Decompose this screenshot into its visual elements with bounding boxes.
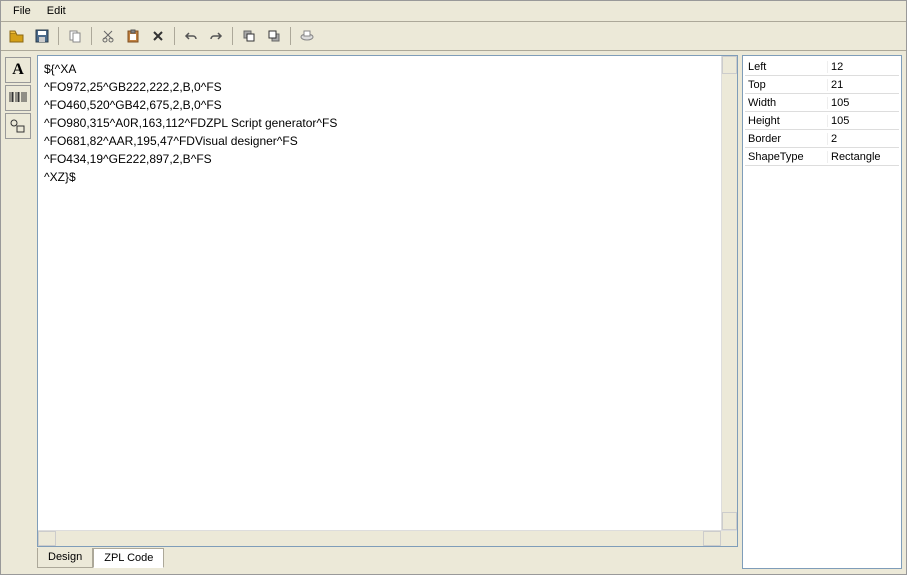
cut-button[interactable] — [96, 25, 120, 47]
property-label: Height — [745, 115, 827, 127]
print-button[interactable] — [295, 25, 319, 47]
delete-button[interactable] — [146, 25, 170, 47]
toolbar-separator — [232, 27, 233, 45]
cut-icon — [101, 29, 115, 43]
redo-button[interactable] — [204, 25, 228, 47]
property-value[interactable]: Rectangle — [827, 151, 899, 163]
toolbar-separator — [91, 27, 92, 45]
open-button[interactable] — [5, 25, 29, 47]
undo-icon — [184, 29, 198, 43]
tab-design[interactable]: Design — [37, 548, 93, 568]
property-row[interactable]: Height 105 — [745, 112, 899, 130]
text-tool[interactable]: A — [5, 57, 31, 83]
toolbar-separator — [290, 27, 291, 45]
vertical-scrollbar[interactable] — [721, 56, 737, 530]
tab-zpl-code[interactable]: ZPL Code — [93, 548, 164, 568]
tool-palette: A — [5, 55, 33, 569]
paste-icon — [126, 29, 140, 43]
menubar: File Edit — [1, 1, 906, 22]
property-label: Top — [745, 79, 827, 91]
property-value[interactable]: 21 — [827, 79, 899, 91]
property-label: Width — [745, 97, 827, 109]
send-back-icon — [267, 29, 281, 43]
open-icon — [9, 29, 25, 43]
center-panel: ${^XA ^FO972,25^GB222,222,2,B,0^FS ^FO46… — [37, 55, 738, 569]
property-value[interactable]: 2 — [827, 133, 899, 145]
property-row[interactable]: Top 21 — [745, 76, 899, 94]
shape-tool[interactable] — [5, 113, 31, 139]
copy-button[interactable] — [63, 25, 87, 47]
property-value[interactable]: 12 — [827, 61, 899, 73]
toolbar-separator — [174, 27, 175, 45]
property-label: Left — [745, 61, 827, 73]
delete-icon — [151, 29, 165, 43]
horizontal-scrollbar[interactable] — [38, 530, 737, 546]
property-row[interactable]: Left 12 — [745, 58, 899, 76]
code-editor[interactable]: ${^XA ^FO972,25^GB222,222,2,B,0^FS ^FO46… — [38, 56, 737, 530]
save-icon — [35, 29, 49, 43]
barcode-tool[interactable] — [5, 85, 31, 111]
property-label: ShapeType — [745, 151, 827, 163]
save-button[interactable] — [30, 25, 54, 47]
copy-icon — [68, 29, 82, 43]
shape-icon — [9, 118, 27, 134]
print-icon — [299, 29, 315, 43]
property-label: Border — [745, 133, 827, 145]
bring-front-icon — [242, 29, 256, 43]
barcode-icon — [9, 91, 27, 105]
paste-button[interactable] — [121, 25, 145, 47]
tab-bar: Design ZPL Code — [37, 549, 738, 569]
bring-front-button[interactable] — [237, 25, 261, 47]
undo-button[interactable] — [179, 25, 203, 47]
properties-panel: Left 12 Top 21 Width 105 Height 105 Bord… — [742, 55, 902, 569]
menu-file[interactable]: File — [5, 3, 39, 19]
property-row[interactable]: Border 2 — [745, 130, 899, 148]
menu-edit[interactable]: Edit — [39, 3, 74, 19]
editor-container: ${^XA ^FO972,25^GB222,222,2,B,0^FS ^FO46… — [37, 55, 738, 547]
toolbar — [1, 22, 906, 51]
redo-icon — [209, 29, 223, 43]
toolbar-separator — [58, 27, 59, 45]
property-value[interactable]: 105 — [827, 97, 899, 109]
property-row[interactable]: Width 105 — [745, 94, 899, 112]
send-back-button[interactable] — [262, 25, 286, 47]
property-value[interactable]: 105 — [827, 115, 899, 127]
property-row[interactable]: ShapeType Rectangle — [745, 148, 899, 166]
main-area: A ${^XA ^FO972,25^GB222,222,2,B,0^FS ^FO… — [1, 51, 906, 573]
